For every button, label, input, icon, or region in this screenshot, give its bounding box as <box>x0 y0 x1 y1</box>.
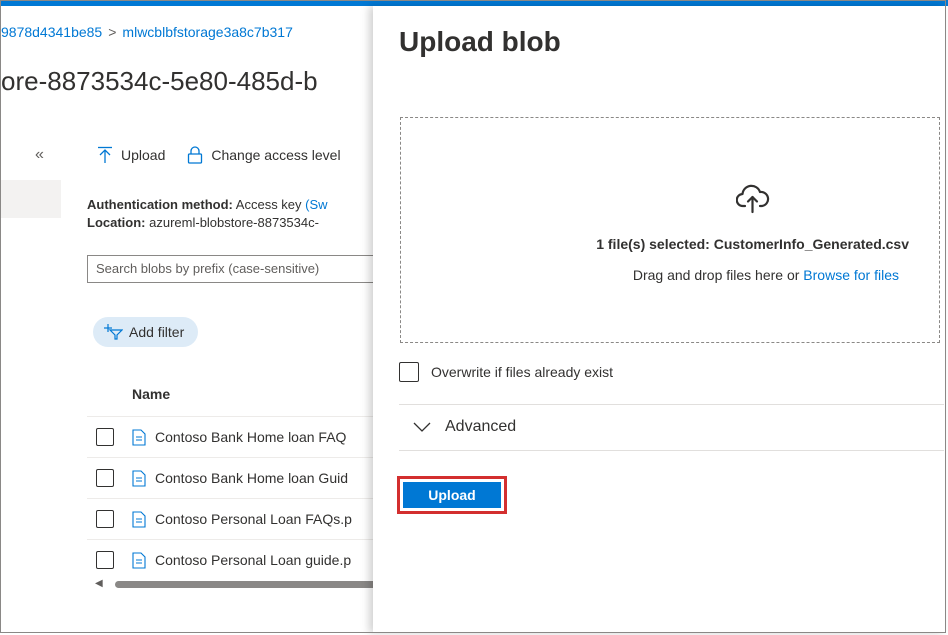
screenshot-frame <box>0 0 946 633</box>
